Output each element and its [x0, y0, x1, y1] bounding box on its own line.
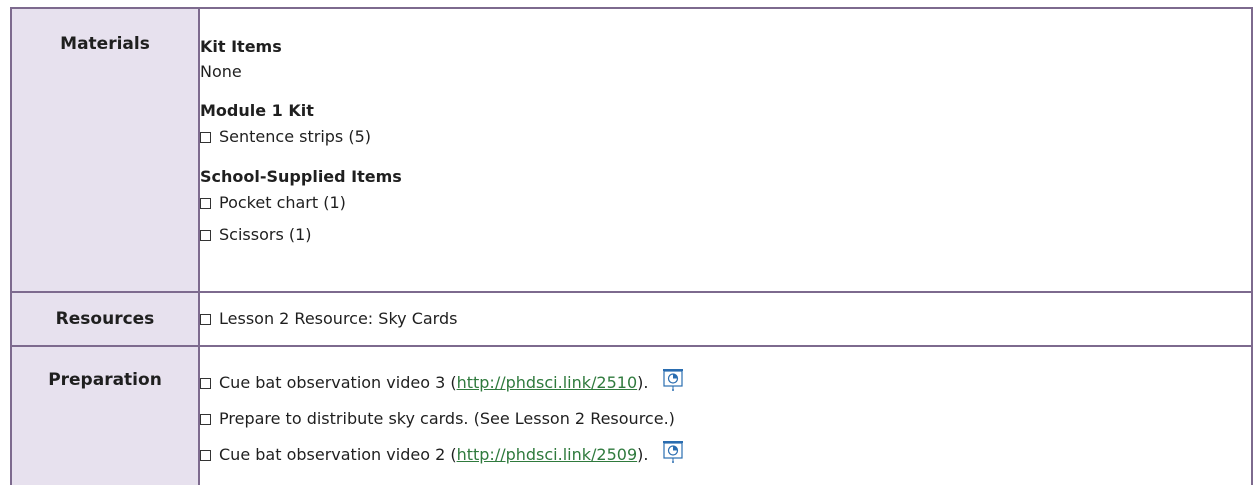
list-item: Prepare to distribute sky cards. (See Le… — [200, 408, 1251, 430]
preparation-row: Preparation Cue bat observation video 3 … — [10, 345, 1253, 485]
video-projector-icon[interactable] — [662, 440, 684, 470]
materials-label: Materials — [60, 34, 150, 54]
item-text-before: Cue bat observation video 3 ( — [219, 373, 457, 392]
item-text: Sentence strips (5) — [219, 127, 371, 146]
item-text-after: ). — [637, 445, 649, 464]
checkbox[interactable] — [200, 313, 211, 325]
list-item: Lesson 2 Resource: Sky Cards — [200, 308, 1251, 330]
checkbox[interactable] — [200, 413, 211, 425]
materials-table: Materials Kit Items None Module 1 Kit Se… — [10, 7, 1253, 485]
resources-content: Lesson 2 Resource: Sky Cards — [198, 291, 1253, 347]
list-item: Cue bat observation video 2 (http://phds… — [200, 440, 1251, 470]
item-text: Pocket chart (1) — [219, 193, 346, 212]
list-item: Pocket chart (1) — [200, 192, 1251, 214]
kit-items-text: None — [200, 62, 242, 81]
list-item: Cue bat observation video 3 (http://phds… — [200, 368, 1251, 398]
checkbox[interactable] — [200, 229, 211, 241]
checkbox[interactable] — [200, 377, 211, 389]
preparation-label-cell: Preparation — [10, 345, 200, 485]
resources-row: Resources Lesson 2 Resource: Sky Cards — [10, 291, 1253, 347]
kit-items-title: Kit Items — [200, 37, 282, 56]
list-item: Sentence strips (5) — [200, 126, 1251, 148]
module-kit-title: Module 1 Kit — [200, 101, 314, 120]
checkbox[interactable] — [200, 131, 211, 143]
item-text: Prepare to distribute sky cards. (See Le… — [219, 409, 675, 428]
video-link[interactable]: http://phdsci.link/2510 — [457, 372, 638, 394]
item-text-before: Cue bat observation video 2 ( — [219, 445, 457, 464]
checkbox[interactable] — [200, 449, 211, 461]
materials-content: Kit Items None Module 1 Kit Sentence str… — [198, 7, 1253, 293]
item-text-after: ). — [637, 373, 649, 392]
item-text: Scissors (1) — [219, 225, 312, 244]
preparation-content: Cue bat observation video 3 (http://phds… — [198, 345, 1253, 485]
item-text: Lesson 2 Resource: Sky Cards — [219, 309, 458, 328]
resources-label: Resources — [55, 309, 155, 329]
preparation-label: Preparation — [48, 370, 162, 390]
resources-label-cell: Resources — [10, 291, 200, 347]
school-supplied-title: School-Supplied Items — [200, 167, 402, 186]
checkbox[interactable] — [200, 197, 211, 209]
video-link[interactable]: http://phdsci.link/2509 — [457, 444, 638, 466]
video-projector-icon[interactable] — [662, 368, 684, 398]
materials-row: Materials Kit Items None Module 1 Kit Se… — [10, 7, 1253, 293]
materials-label-cell: Materials — [10, 7, 200, 293]
list-item: Scissors (1) — [200, 224, 1251, 246]
